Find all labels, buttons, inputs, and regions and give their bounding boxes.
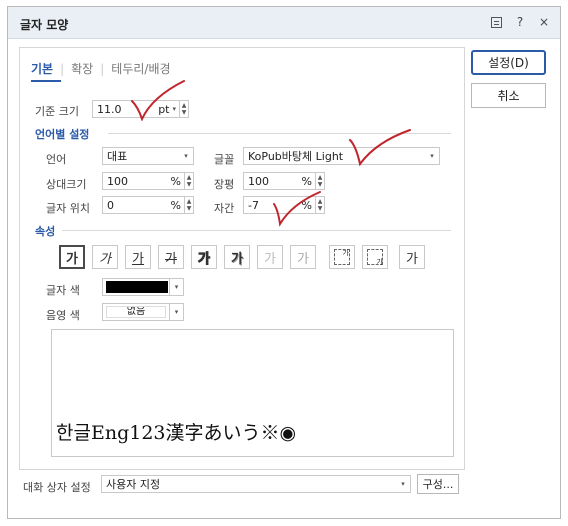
emboss-icon: 가 (264, 251, 276, 267)
spin-down-icon[interactable]: ▼ (187, 181, 192, 188)
chevron-down-icon: ▾ (169, 279, 183, 295)
outline-button[interactable]: 가 (191, 245, 217, 269)
ok-button[interactable]: 설정(D) (471, 50, 546, 75)
active-tab-indicator (31, 80, 61, 82)
chevron-down-icon: ▾ (401, 480, 405, 488)
spin-down-icon[interactable]: ▼ (187, 205, 192, 212)
dialog-setting-value: 사용자 지정 (106, 478, 161, 491)
text-color-picker[interactable]: ▾ (102, 278, 184, 296)
subscript-glyph: 가 (376, 258, 383, 266)
chevron-down-icon: ▾ (430, 152, 434, 160)
strikethrough-button[interactable]: 가 (158, 245, 184, 269)
checkmark-annotation-icon (131, 80, 185, 121)
title-bar-icons: ? × (491, 15, 550, 29)
engrave-icon: 가 (297, 251, 309, 267)
help-icon[interactable]: ? (514, 15, 526, 29)
tab-extended[interactable]: 확장 (71, 60, 93, 77)
base-size-label: 기준 크기 (35, 105, 79, 118)
char-pos-value: 0 (107, 198, 114, 212)
char-shape-dialog: 글자 모양 ? × 기본 | 확장 | 테두리/배경 기준 크기 11.0 pt… (7, 6, 561, 519)
rel-size-unit: % (170, 174, 181, 188)
fold-icon[interactable] (491, 17, 502, 28)
lang-section-title: 언어별 설정 (35, 128, 90, 141)
attr-section-title: 속성 (35, 225, 56, 238)
language-label: 언어 (46, 153, 67, 166)
italic-icon: 가 (99, 251, 111, 267)
engrave-button[interactable]: 가 (290, 245, 316, 269)
normal-icon: 가 (406, 251, 418, 267)
subscript-button[interactable]: 가 (362, 245, 388, 269)
shade-color-label: 음영 색 (46, 309, 80, 322)
superscript-button[interactable]: 가 (329, 245, 355, 269)
spin-up-icon[interactable]: ▲ (187, 174, 192, 181)
tab-divider: | (100, 61, 105, 76)
rel-size-input[interactable]: 100 % ▲ ▼ (102, 172, 194, 190)
tab-bar: 기본 | 확장 | 테두리/배경 (31, 60, 171, 77)
preview-text: 한글Eng123漢字あいう※◉ (56, 422, 297, 444)
preview-box: 한글Eng123漢字あいう※◉ (51, 329, 454, 457)
spin-up-icon[interactable]: ▲ (318, 174, 323, 181)
bold-icon: 가 (66, 251, 78, 267)
emboss-button[interactable]: 가 (257, 245, 283, 269)
char-pos-label: 글자 위치 (46, 202, 90, 215)
language-select[interactable]: 대표 ▾ (102, 147, 194, 165)
shade-color-value: 없음 (106, 306, 166, 318)
rel-size-spinner[interactable]: ▲ ▼ (184, 173, 193, 189)
shadow-button[interactable]: 가 (224, 245, 250, 269)
char-pos-spinner[interactable]: ▲ ▼ (184, 197, 193, 213)
italic-button[interactable]: 가 (92, 245, 118, 269)
shade-color-picker[interactable]: 없음 ▾ (102, 303, 184, 321)
rel-size-label: 상대크기 (46, 178, 87, 191)
width-ratio-input[interactable]: 100 % ▲ ▼ (243, 172, 325, 190)
configure-button[interactable]: 구성... (417, 474, 459, 494)
tab-divider: | (60, 61, 65, 76)
strikethrough-icon: 가 (165, 251, 177, 267)
dialog-title: 글자 모양 (20, 18, 69, 32)
normal-button[interactable]: 가 (399, 245, 425, 269)
shadow-icon: 가 (231, 251, 243, 267)
close-icon[interactable]: × (538, 15, 550, 29)
char-pos-unit: % (170, 198, 181, 212)
spacing-label: 자간 (214, 202, 235, 215)
superscript-glyph: 가 (342, 249, 349, 257)
chevron-down-icon: ▾ (184, 152, 188, 160)
superscript-icon: 가 (334, 249, 350, 265)
char-pos-input[interactable]: 0 % ▲ ▼ (102, 196, 194, 214)
cancel-button[interactable]: 취소 (471, 83, 546, 108)
outline-icon: 가 (198, 251, 211, 267)
rel-size-value: 100 (107, 174, 128, 188)
width-ratio-value: 100 (248, 174, 269, 188)
checkmark-annotation-icon (349, 129, 411, 167)
tab-basic[interactable]: 기본 (31, 60, 53, 77)
font-label: 글꼴 (214, 153, 235, 166)
spin-down-icon[interactable]: ▼ (318, 181, 323, 188)
chevron-down-icon: ▾ (169, 304, 183, 320)
bold-button[interactable]: 가 (59, 245, 85, 269)
underline-button[interactable]: 가 (125, 245, 151, 269)
tab-border-background[interactable]: 테두리/배경 (111, 60, 170, 77)
width-ratio-label: 장평 (214, 178, 235, 191)
width-ratio-unit: % (301, 174, 312, 188)
language-value: 대표 (107, 150, 128, 163)
attr-section-divider (62, 230, 451, 231)
spin-up-icon[interactable]: ▲ (187, 198, 192, 205)
settings-panel: 기본 | 확장 | 테두리/배경 기준 크기 11.0 pt ▾ ▲ ▼ 언어별 … (19, 47, 465, 470)
underline-icon: 가 (132, 251, 144, 267)
width-ratio-spinner[interactable]: ▲ ▼ (315, 173, 324, 189)
checkmark-annotation-icon (273, 191, 321, 227)
text-color-swatch (106, 281, 168, 293)
subscript-icon: 가 (367, 249, 383, 266)
title-bar: 글자 모양 ? × (8, 7, 560, 39)
dialog-setting-select[interactable]: 사용자 지정 ▾ (101, 475, 411, 493)
dialog-setting-label: 대화 상자 설정 (23, 481, 91, 494)
text-color-label: 글자 색 (46, 284, 80, 297)
